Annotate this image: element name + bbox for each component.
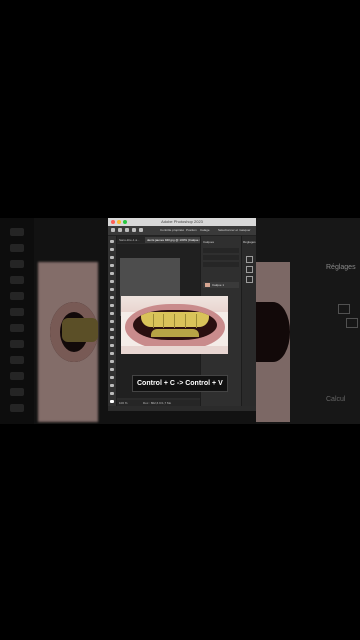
- eraser-tool-icon[interactable]: [110, 320, 114, 323]
- title-bar: Adobe Photoshop 2023: [108, 218, 256, 226]
- healing-tool-icon[interactable]: [110, 288, 114, 291]
- layer-thumbnail: [205, 283, 210, 287]
- tooth-gap: [153, 314, 154, 328]
- shape-tool-icon[interactable]: [110, 376, 114, 379]
- blur-tool-icon[interactable]: [110, 336, 114, 339]
- tab-untitled[interactable]: Sans-titre-1 à...: [117, 237, 142, 243]
- shortcut-caption: Control + C -> Control + V: [132, 375, 228, 392]
- mouth-opening: [133, 310, 217, 340]
- home-icon[interactable]: [111, 228, 115, 232]
- tooth-gap: [174, 314, 175, 328]
- color-swatch-icon[interactable]: [110, 400, 114, 403]
- layer-filter-row[interactable]: [203, 248, 239, 253]
- adjustments-title: Réglages: [243, 240, 256, 244]
- history-brush-icon[interactable]: [110, 312, 114, 315]
- skin-lower: [121, 346, 228, 354]
- status-bar: 100 % Doc : 802,6 K/1,7 Mo: [117, 400, 200, 406]
- lower-teeth: [151, 329, 199, 337]
- tab-dents-jaunes[interactable]: dents jaunes 940.jpg @ 100% (Calque 1...…: [145, 237, 207, 243]
- layers-tab[interactable]: Calques: [203, 240, 214, 244]
- tooth-gap: [163, 314, 164, 328]
- type-tool-icon[interactable]: [110, 360, 114, 363]
- tools-panel: [108, 236, 117, 406]
- app-title: Adobe Photoshop 2023: [161, 219, 203, 224]
- marquee-tool-icon[interactable]: [110, 248, 114, 251]
- dodge-tool-icon[interactable]: [110, 344, 114, 347]
- lock-row[interactable]: [203, 262, 239, 267]
- tooth-gap: [196, 314, 197, 328]
- curves-icon[interactable]: [246, 276, 253, 283]
- options-opacity-label[interactable]: Contrôle propriété: [160, 228, 184, 232]
- zoom-level[interactable]: 100 %: [119, 401, 128, 405]
- levels-icon[interactable]: [246, 266, 253, 273]
- selection-icon[interactable]: [125, 228, 129, 232]
- crop-tool-icon[interactable]: [110, 272, 114, 275]
- teeth-photo[interactable]: [121, 296, 228, 354]
- eyedropper-tool-icon[interactable]: [110, 280, 114, 283]
- quick-select-tool-icon[interactable]: [110, 264, 114, 267]
- adjustments-panel: Réglages: [241, 236, 256, 406]
- subtract-selection-icon[interactable]: [139, 228, 143, 232]
- options-fill-label[interactable]: Position: [186, 228, 197, 232]
- path-select-tool-icon[interactable]: [110, 368, 114, 371]
- layer-name: Calque 1: [212, 283, 225, 287]
- lasso-tool-icon[interactable]: [110, 256, 114, 259]
- brightness-icon[interactable]: [246, 256, 253, 263]
- document-size: Doc : 802,6 K/1,7 Mo: [143, 401, 172, 405]
- blend-mode-row[interactable]: [203, 255, 239, 260]
- stamp-tool-icon[interactable]: [110, 304, 114, 307]
- select-and-mask-button[interactable]: Sélectionner et masquer: [218, 228, 251, 232]
- gradient-tool-icon[interactable]: [110, 328, 114, 331]
- document-tabs: Sans-titre-1 à... dents jaunes 940.jpg @…: [117, 236, 207, 243]
- options-flow-label[interactable]: Calage: [200, 228, 210, 232]
- hand-tool-icon[interactable]: [110, 384, 114, 387]
- zoom-tool-icon[interactable]: [110, 392, 114, 395]
- tooth-gap: [185, 314, 186, 328]
- pen-tool-icon[interactable]: [110, 352, 114, 355]
- add-selection-icon[interactable]: [132, 228, 136, 232]
- brush-tool-icon[interactable]: [110, 296, 114, 299]
- options-bar: Contrôle propriété Position Calage Sélec…: [108, 226, 256, 236]
- upper-teeth: [141, 312, 209, 328]
- move-tool-icon[interactable]: [118, 228, 122, 232]
- move-tool-icon[interactable]: [110, 240, 114, 243]
